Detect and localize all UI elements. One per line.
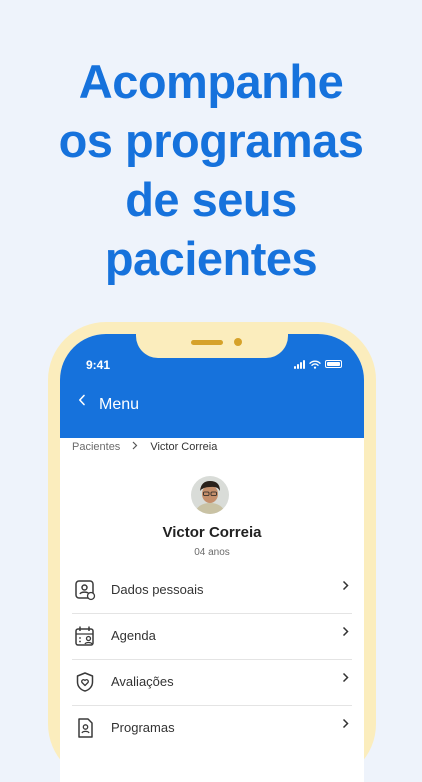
speaker-icon xyxy=(191,340,223,345)
patient-age: 04 anos xyxy=(194,547,230,558)
menu-item-dados-pessoais[interactable]: Dados pessoais xyxy=(72,568,352,614)
patient-menu-list: Dados pessoais Agenda Avaliações Program… xyxy=(72,568,352,751)
headline: Acompanhe os programas de seus pacientes xyxy=(0,52,422,288)
phone-frame: 9:41 Menu Pacientes Victor Correia Victo… xyxy=(48,322,376,782)
headline-line-2: os programas xyxy=(58,114,364,167)
menu-item-label: Avaliações xyxy=(111,674,174,689)
menu-item-label: Agenda xyxy=(111,628,156,643)
headline-line-1: Acompanhe xyxy=(78,55,344,108)
phone-screen: 9:41 Menu Pacientes Victor Correia Victo… xyxy=(60,334,364,782)
camera-icon xyxy=(234,338,242,346)
headline-line-4: pacientes xyxy=(104,232,318,285)
signal-icon xyxy=(294,359,305,369)
patient-name: Victor Correia xyxy=(162,524,262,541)
chevron-right-icon xyxy=(132,441,138,453)
chevron-left-icon xyxy=(79,394,85,406)
wifi-icon xyxy=(309,360,321,369)
app-bar-title: Menu xyxy=(99,396,140,413)
phone-notch xyxy=(136,334,288,358)
shield-heart-icon xyxy=(76,672,94,692)
chevron-right-icon xyxy=(342,672,349,683)
breadcrumb-root[interactable]: Pacientes xyxy=(72,441,120,453)
status-time: 9:41 xyxy=(86,358,111,372)
chevron-right-icon xyxy=(342,626,349,637)
menu-item-label: Dados pessoais xyxy=(111,582,204,597)
status-icons xyxy=(294,358,342,370)
chevron-right-icon xyxy=(342,580,349,591)
headline-line-3: de seus xyxy=(125,173,297,226)
document-user-icon xyxy=(78,718,93,738)
menu-item-label: Programas xyxy=(111,720,175,735)
breadcrumb-current: Victor Correia xyxy=(150,441,218,453)
avatar xyxy=(191,476,229,514)
menu-item-programas[interactable]: Programas xyxy=(72,706,352,751)
chevron-right-icon xyxy=(342,718,349,729)
breadcrumb: Pacientes Victor Correia xyxy=(72,441,217,453)
battery-icon xyxy=(325,360,342,368)
menu-item-agenda[interactable]: Agenda xyxy=(72,614,352,660)
menu-item-avaliacoes[interactable]: Avaliações xyxy=(72,660,352,706)
profile-card-icon xyxy=(75,580,96,601)
calendar-user-icon xyxy=(75,626,94,646)
back-button[interactable] xyxy=(78,393,86,410)
